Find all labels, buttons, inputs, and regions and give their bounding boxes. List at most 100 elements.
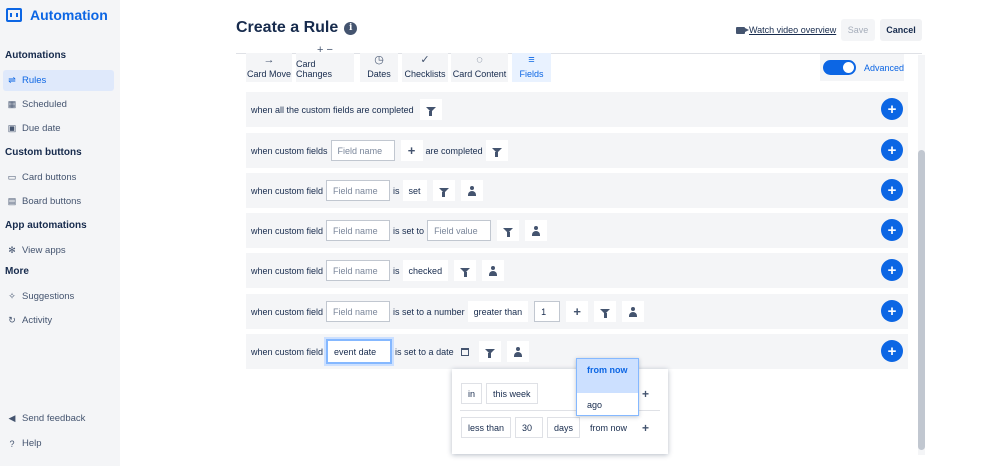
page-header: Create a Rule i [236, 19, 358, 37]
sidebar-item-label: Scheduled [22, 99, 67, 110]
scrollbar-thumb[interactable] [918, 150, 925, 450]
watch-video-link[interactable]: Watch video overview [736, 25, 836, 35]
tab-label: Card Content [452, 69, 507, 79]
brand[interactable]: Automation [6, 7, 108, 23]
comparator-select[interactable]: less than [461, 417, 512, 438]
tab-label: Checklists [404, 69, 446, 79]
row-text: is set to a date [395, 346, 454, 357]
filter-icon [425, 107, 436, 116]
sidebar-item-suggestions[interactable]: ✧ Suggestions [3, 286, 114, 307]
filter-icon [484, 349, 495, 358]
sidebar-item-label: Due date [22, 123, 61, 134]
trigger-row-fields-completed: when custom fields Field name + are comp… [246, 133, 908, 168]
field-name-input[interactable]: Field name [326, 301, 391, 322]
field-name-input[interactable]: event date [326, 339, 393, 364]
row-text: when custom field [251, 265, 324, 276]
add-trigger-button[interactable]: + [881, 300, 903, 322]
user-button[interactable] [525, 220, 548, 241]
tab-fields[interactable]: ≡ Fields [512, 53, 551, 82]
tab-card-changes[interactable]: + − Card Changes [296, 45, 354, 82]
info-icon[interactable]: i [344, 21, 358, 35]
add-trigger-button[interactable]: + [881, 340, 903, 362]
filter-icon [438, 188, 449, 197]
checkmark-icon: ✓ [420, 54, 430, 66]
sidebar-item-label: Card buttons [22, 172, 77, 183]
person-icon [628, 306, 638, 317]
comparator-select[interactable]: greater than [467, 301, 529, 322]
video-camera-icon [736, 26, 749, 34]
filter-button[interactable] [497, 220, 520, 241]
save-button[interactable]: Save [841, 19, 875, 41]
add-trigger-button[interactable]: + [881, 259, 903, 281]
row-text: when custom fields [251, 145, 328, 156]
add-condition-button[interactable]: + [566, 301, 589, 322]
field-name-input[interactable]: Field name [326, 260, 391, 281]
field-name-input[interactable]: Field name [330, 140, 395, 161]
filter-button[interactable] [478, 341, 501, 362]
amount-input[interactable]: 30 [515, 417, 544, 438]
add-trigger-button[interactable]: + [881, 179, 903, 201]
sidebar-item-due-date[interactable]: ▣ Due date [3, 118, 114, 139]
trigger-row-field-checked: when custom field Field name is checked [246, 253, 908, 288]
row-text: when custom field [251, 185, 324, 196]
state-select[interactable]: checked [402, 260, 449, 281]
period-select[interactable]: this week [486, 383, 538, 404]
calendar-icon [460, 347, 469, 356]
tab-card-move[interactable]: → Card Move [246, 53, 292, 82]
field-name-input[interactable]: Field name [326, 220, 391, 241]
help-link[interactable]: ? Help [3, 433, 114, 454]
sidebar-item-scheduled[interactable]: ▦ Scheduled [3, 94, 114, 115]
tab-card-content[interactable]: ◌ Card Content [451, 53, 508, 82]
send-feedback-link[interactable]: ◀ Send feedback [3, 408, 114, 429]
preposition-select[interactable]: in [461, 383, 483, 404]
user-button[interactable] [506, 341, 529, 362]
sidebar-item-card-buttons[interactable]: ▭ Card buttons [3, 167, 114, 188]
filter-icon [503, 228, 514, 237]
user-button[interactable] [460, 180, 483, 201]
state-select[interactable]: set [402, 180, 427, 201]
sparkle-icon: ✧ [8, 291, 16, 301]
watch-video-label: Watch video overview [749, 25, 837, 35]
filter-button[interactable] [432, 180, 455, 201]
section-title-app-automations: App automations [5, 220, 87, 231]
field-value-input[interactable]: Field value [427, 220, 492, 241]
person-icon [467, 185, 477, 196]
dropdown-option-from-now[interactable]: from now [577, 359, 638, 393]
field-name-input[interactable]: Field name [326, 180, 391, 201]
sidebar-item-rules[interactable]: ⇌ Rules [3, 70, 114, 91]
direction-select[interactable]: from now [584, 417, 633, 438]
dropdown-option-ago[interactable]: ago [577, 393, 638, 417]
number-input[interactable]: 1 [534, 301, 561, 322]
plus-icon: + [573, 304, 581, 319]
add-trigger-button[interactable]: + [881, 219, 903, 241]
user-button[interactable] [482, 260, 505, 281]
row-text: when custom field [251, 225, 324, 236]
sidebar-item-label: Suggestions [22, 291, 75, 302]
add-trigger-button[interactable]: + [881, 98, 903, 120]
tab-checklists[interactable]: ✓ Checklists [402, 53, 448, 82]
tab-label: Card Changes [296, 59, 333, 79]
clock-icon: ◷ [374, 54, 384, 66]
sidebar-item-activity[interactable]: ↻ Activity [3, 310, 114, 331]
add-date-condition-button[interactable]: + [642, 421, 649, 435]
filter-button[interactable] [454, 260, 477, 281]
filter-button[interactable] [419, 99, 442, 120]
sidebar-item-label: View apps [22, 245, 66, 256]
section-title-more: More [5, 266, 29, 277]
tab-label: Card Move [246, 69, 291, 79]
filter-button[interactable] [485, 140, 508, 161]
user-button[interactable] [622, 301, 645, 322]
add-trigger-button[interactable]: + [881, 139, 903, 161]
date-picker-button[interactable] [457, 341, 473, 362]
add-date-condition-button[interactable]: + [642, 387, 649, 401]
sidebar-item-board-buttons[interactable]: ▤ Board buttons [3, 191, 114, 212]
filter-button[interactable] [594, 301, 617, 322]
add-field-button[interactable]: + [400, 140, 423, 161]
unit-select[interactable]: days [547, 417, 581, 438]
cancel-button[interactable]: Cancel [880, 19, 922, 41]
row-text: is set to [393, 225, 425, 236]
sidebar-item-view-apps[interactable]: ✻ View apps [3, 240, 114, 261]
tab-dates[interactable]: ◷ Dates [360, 53, 398, 82]
brand-title: Automation [30, 7, 108, 23]
advanced-toggle[interactable] [823, 60, 856, 75]
